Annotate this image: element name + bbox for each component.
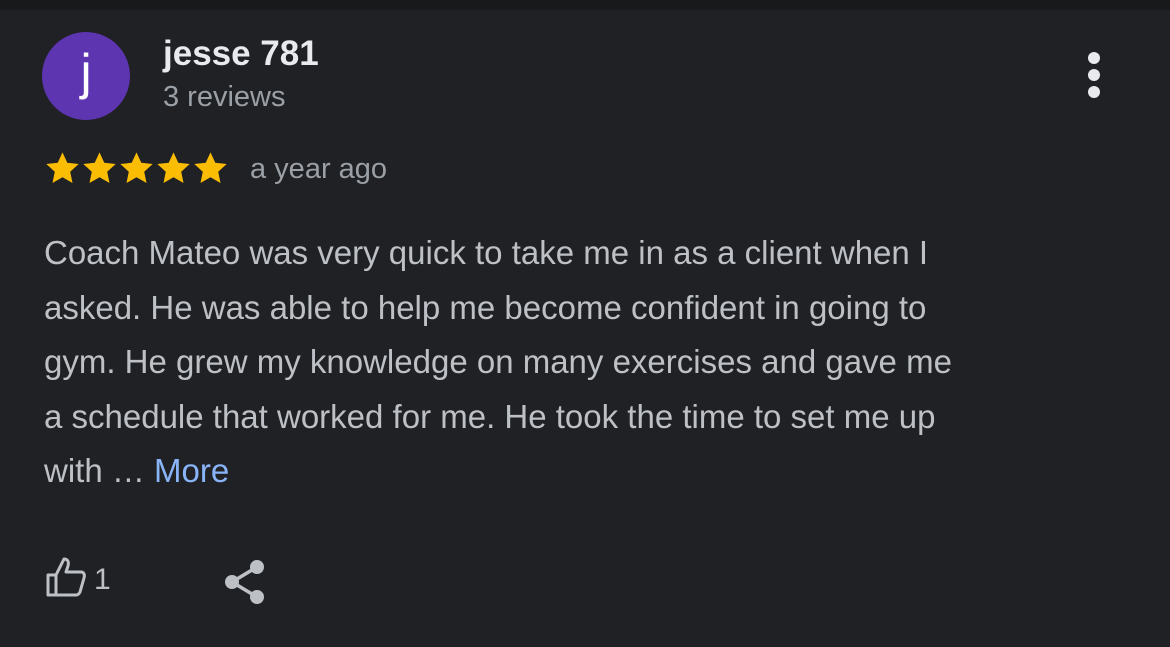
share-icon[interactable]: [222, 558, 268, 606]
review-text-line: with … More: [44, 444, 1134, 499]
author-name[interactable]: jesse 781: [163, 34, 319, 74]
review-text-line: a schedule that worked for me. He took t…: [44, 397, 936, 435]
more-link[interactable]: More: [154, 452, 229, 489]
star-icon: [194, 152, 227, 183]
review-text-truncated: with …: [44, 452, 155, 489]
like-count: 1: [94, 562, 111, 596]
review-text-line: asked. He was able to help me become con…: [44, 288, 927, 326]
star-rating: [44, 150, 229, 187]
like-button[interactable]: 1: [44, 555, 111, 604]
review-text-line: Coach Mateo was very quick to take me in…: [44, 234, 929, 271]
star-icon: [83, 152, 116, 183]
top-edge: [0, 0, 1170, 10]
review-text-line: gym. He grew my knowledge on many exerci…: [44, 343, 952, 380]
review-text: Coach Mateo was very quick to take me in…: [44, 226, 1134, 499]
review-time: a year ago: [250, 153, 388, 185]
author-review-count: 3 reviews: [163, 81, 286, 113]
more-vert-icon[interactable]: [1074, 50, 1114, 102]
star-icon: [120, 152, 153, 183]
avatar[interactable]: j: [42, 32, 130, 120]
star-icon: [46, 152, 79, 183]
star-icon: [157, 152, 190, 183]
thumb-up-icon: [44, 555, 88, 604]
